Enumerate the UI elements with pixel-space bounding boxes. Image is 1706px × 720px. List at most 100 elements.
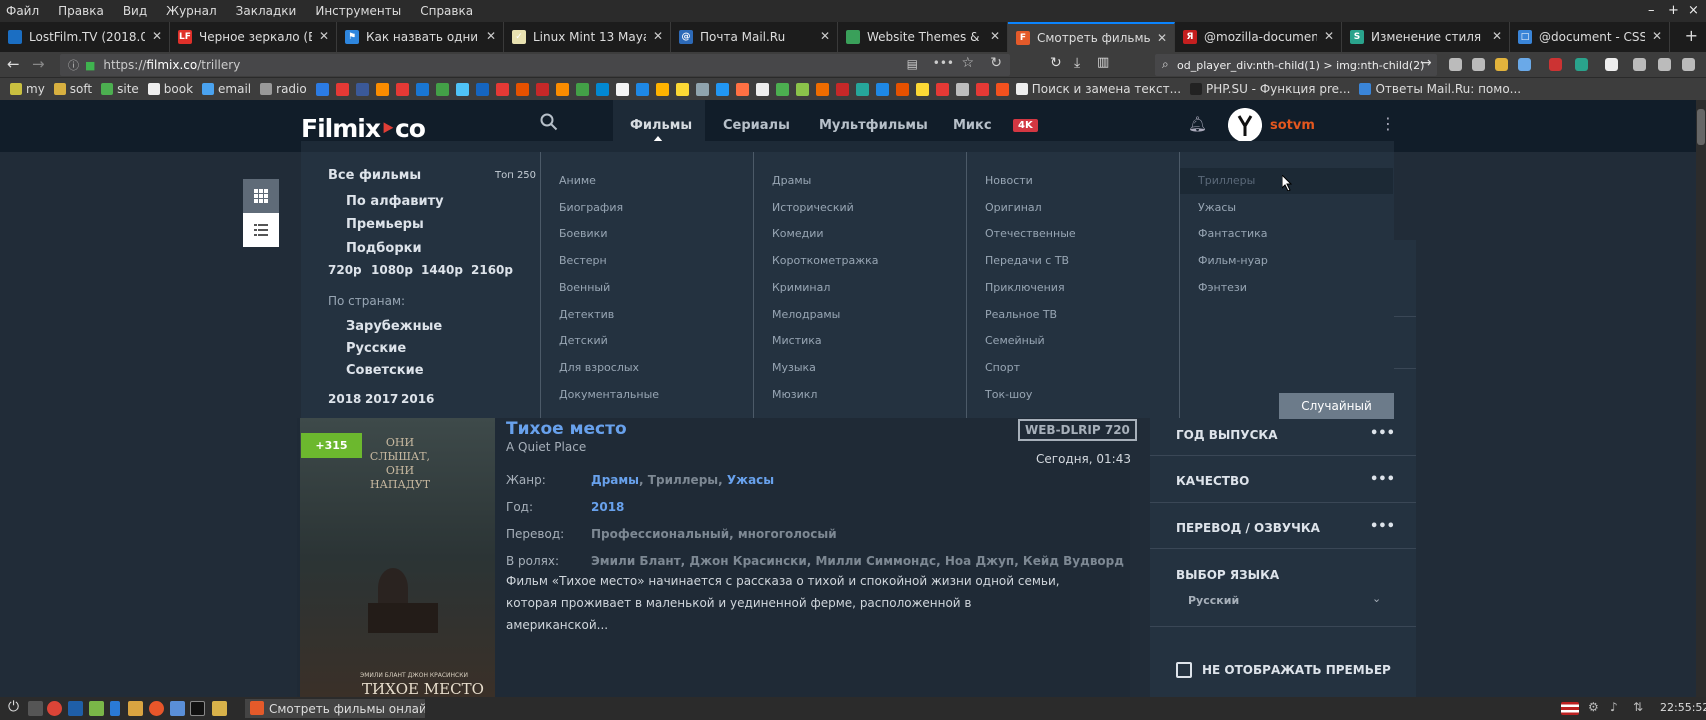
page-actions-icon[interactable]: ••• xyxy=(933,56,954,70)
bookmark-folder-0[interactable]: my xyxy=(10,82,45,96)
bookmark-site-icon[interactable] xyxy=(375,82,389,96)
genre-link[interactable]: Ужасы xyxy=(1198,201,1236,214)
nav-films[interactable]: Фильмы xyxy=(630,118,692,133)
extension-icon-8[interactable] xyxy=(1658,58,1671,71)
genre-link[interactable]: Передачи с ТВ xyxy=(985,254,1069,267)
menu-file[interactable]: Файл xyxy=(6,4,39,18)
genre-link[interactable]: Боевики xyxy=(559,227,607,240)
filter-translation-more-icon[interactable]: ••• xyxy=(1370,519,1395,534)
close-tab-icon[interactable]: ✕ xyxy=(1492,29,1502,43)
bookmark-site-icon[interactable] xyxy=(435,82,449,96)
new-tab-icon[interactable]: + xyxy=(1685,26,1698,45)
country-foreign[interactable]: Зарубежные xyxy=(346,319,442,334)
bookmark-folder-2[interactable]: site xyxy=(101,82,139,96)
genre-link[interactable]: Новости xyxy=(985,174,1033,187)
back-icon[interactable]: ← xyxy=(7,55,20,73)
close-tab-icon[interactable]: ✕ xyxy=(820,29,830,43)
scrollbar-thumb[interactable] xyxy=(1697,109,1705,145)
list-view-button[interactable] xyxy=(243,213,279,247)
bookmark-site-icon[interactable] xyxy=(775,82,789,96)
alphabet-link[interactable]: По алфавиту xyxy=(346,194,444,209)
close-tab-icon[interactable]: ✕ xyxy=(1324,29,1334,43)
genre-link[interactable]: Фильм-нуар xyxy=(1198,254,1268,267)
folder-icon[interactable] xyxy=(212,701,227,716)
close-tab-icon[interactable]: ✕ xyxy=(486,29,496,43)
bookmark-site-icon[interactable] xyxy=(815,82,829,96)
bookmark-folder-1[interactable]: soft xyxy=(53,82,92,96)
download-icon[interactable]: ⤓ xyxy=(1074,55,1080,71)
genre-link[interactable]: Для взрослых xyxy=(559,361,639,374)
genre-link-horror[interactable]: Ужасы xyxy=(727,473,774,487)
search-input[interactable]: od_player_div:nth-child(1) > img:nth-chi… xyxy=(1155,54,1437,76)
skype-icon[interactable] xyxy=(170,701,185,716)
filter-year-more-icon[interactable]: ••• xyxy=(1370,426,1395,441)
bookmark-star-icon[interactable]: ☆ xyxy=(961,55,974,71)
genre-link[interactable]: Детский xyxy=(559,334,608,347)
year-2017[interactable]: 2017 xyxy=(365,392,398,406)
close-tab-icon[interactable]: ✕ xyxy=(1652,29,1662,43)
extension-icon-9[interactable] xyxy=(1682,58,1695,71)
bookmark-site-icon[interactable] xyxy=(995,82,1009,96)
search-go-icon[interactable]: → xyxy=(1420,55,1432,71)
menu-edit[interactable]: Правка xyxy=(58,4,104,18)
genre-link[interactable]: Триллеры xyxy=(1198,174,1255,187)
sidebar-icon[interactable]: ▥ xyxy=(1097,55,1109,70)
bell-icon[interactable]: 🔔︎ xyxy=(1188,115,1207,133)
menu-help[interactable]: Справка xyxy=(420,4,473,18)
more-vertical-icon[interactable]: ⋮ xyxy=(1380,114,1396,133)
bookmark-site-icon[interactable] xyxy=(355,82,369,96)
chevron-down-icon[interactable]: ⌄ xyxy=(1372,592,1381,605)
bookmark-folder-3[interactable]: book xyxy=(147,82,193,96)
bookmark-site-icon[interactable] xyxy=(635,82,649,96)
extension-icon-7[interactable] xyxy=(1633,58,1646,71)
power-icon[interactable]: ⏻ xyxy=(8,699,19,715)
genre-link[interactable]: Комедии xyxy=(772,227,824,240)
extension-icon-6[interactable] xyxy=(1605,58,1618,71)
page-scrollbar[interactable] xyxy=(1696,100,1706,697)
us-flag-icon[interactable] xyxy=(1561,702,1579,715)
bookmark-site-icon[interactable] xyxy=(975,82,989,96)
genre-link[interactable]: Спорт xyxy=(985,361,1020,374)
tab-4[interactable]: @ Почта Mail.Ru ✕ xyxy=(671,22,838,52)
maximize-icon[interactable]: + xyxy=(1668,3,1679,18)
year-2018[interactable]: 2018 xyxy=(328,392,361,406)
genre-link[interactable]: Семейный xyxy=(985,334,1045,347)
extension-icon-1[interactable] xyxy=(1472,58,1485,71)
tab-3[interactable]: ✓ Linux Mint 13 Maya (✕ xyxy=(504,22,671,52)
photoshop-icon[interactable] xyxy=(68,701,83,716)
random-button[interactable]: Случайный xyxy=(1279,393,1394,419)
show-desktop-icon[interactable] xyxy=(28,701,43,716)
bookmark-site-icon[interactable] xyxy=(555,82,569,96)
genre-link[interactable]: Фантастика xyxy=(1198,227,1268,240)
language-select[interactable]: Русский xyxy=(1188,594,1239,607)
bookmark-site-icon[interactable] xyxy=(455,82,469,96)
bookmark-site-icon[interactable] xyxy=(755,82,769,96)
reload-icon[interactable]: ↻ xyxy=(990,55,1002,71)
hide-premieres-checkbox[interactable] xyxy=(1176,662,1192,678)
close-tab-icon[interactable]: ✕ xyxy=(990,29,1000,43)
bookmark-site-icon[interactable] xyxy=(835,82,849,96)
volume-icon[interactable]: ♪ xyxy=(1610,700,1618,714)
bookmark-site-icon[interactable] xyxy=(735,82,749,96)
res-1440p[interactable]: 1440p xyxy=(421,263,463,277)
nav-mix[interactable]: Микс xyxy=(953,118,992,133)
bookmark-site-icon[interactable] xyxy=(575,82,589,96)
genre-link[interactable]: Военный xyxy=(559,281,610,294)
grid-view-button[interactable] xyxy=(243,179,279,213)
username[interactable]: sotvm xyxy=(1270,118,1315,133)
site-logo[interactable]: Filmix‣co xyxy=(301,114,426,143)
collections-link[interactable]: Подборки xyxy=(346,241,422,256)
genre-link-dramas[interactable]: Драмы xyxy=(591,473,639,487)
movie-poster[interactable]: ОНИ СЛЫШАТ, ОНИ НАПАДУТ ЭМИЛИ БЛАНТ ДЖОН… xyxy=(300,418,495,697)
editor-icon[interactable] xyxy=(89,701,104,716)
nav-cartoons[interactable]: Мультфильмы xyxy=(819,118,928,133)
bookmark-link-0[interactable]: Поиск и замена текст... xyxy=(1015,82,1181,96)
reload-icon[interactable]: ↻ xyxy=(1050,55,1062,71)
tab-5[interactable]: Website Themes & Sk ✕ xyxy=(838,22,1008,52)
bookmark-site-icon[interactable] xyxy=(655,82,669,96)
tab-6[interactable]: F Смотреть фильмы о ✕ xyxy=(1008,22,1175,52)
genre-link[interactable]: Отечественные xyxy=(985,227,1076,240)
genre-link[interactable]: Драмы xyxy=(772,174,811,187)
tab-9[interactable]: □ @document - CSS: Ca ✕ xyxy=(1510,22,1670,52)
chrome-icon[interactable] xyxy=(47,701,62,716)
